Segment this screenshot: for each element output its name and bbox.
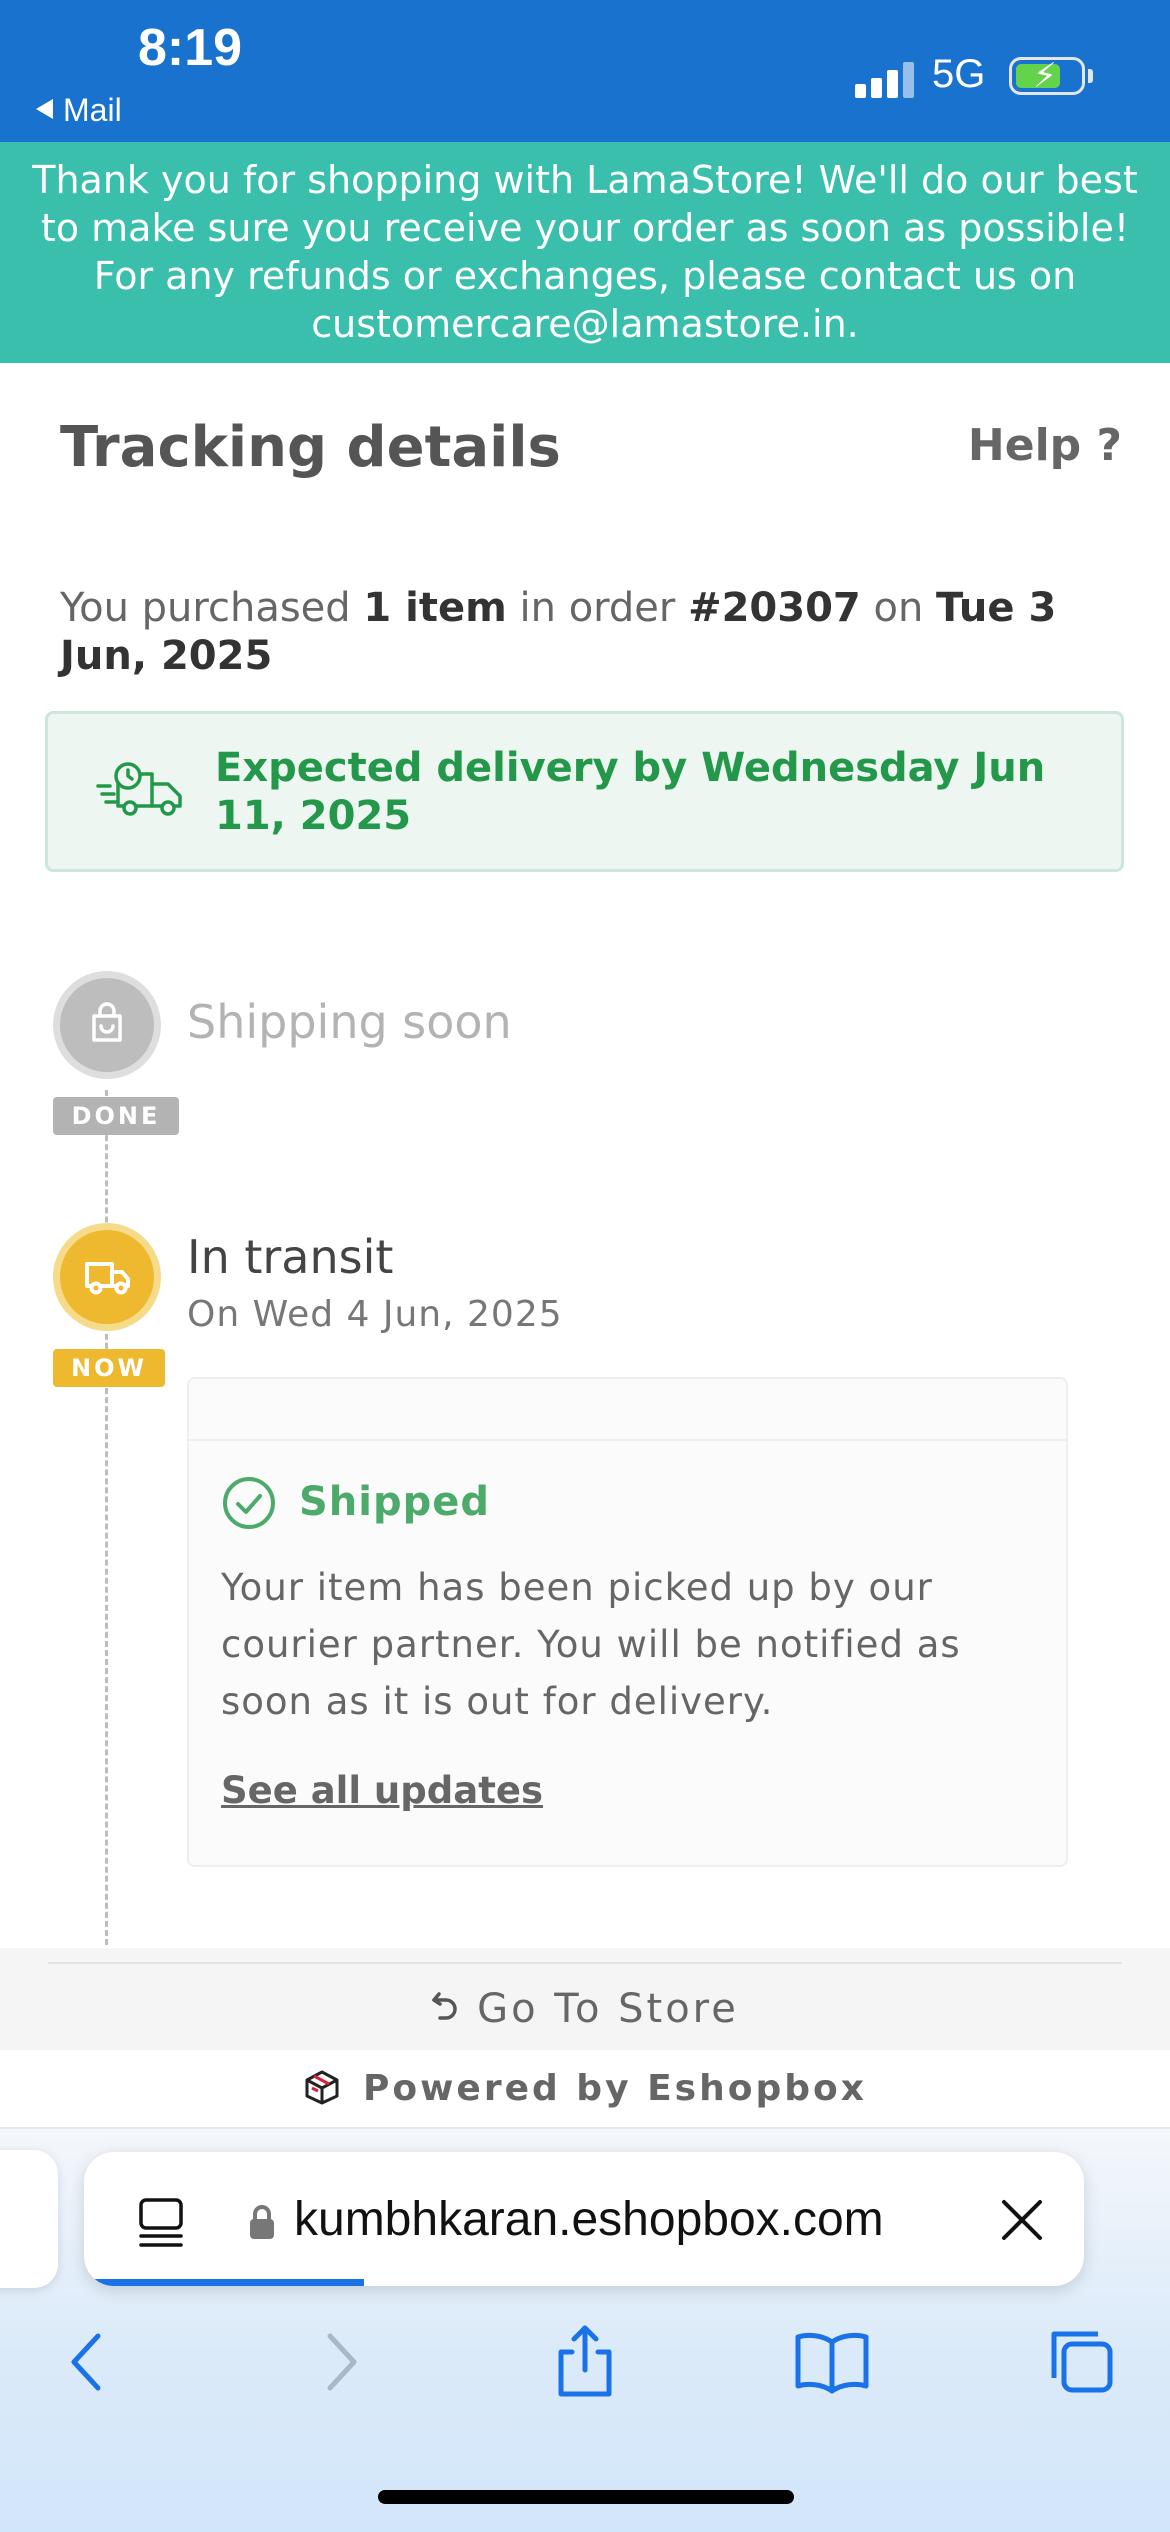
timeline-connector [105,1090,108,1945]
check-circle-icon [223,1477,275,1529]
shipment-update-card: Shipped Your item has been picked up by … [187,1377,1068,1867]
in-transit-step-icon [53,1223,161,1331]
powered-by: Powered by Eshopbox [0,2068,1170,2109]
clock: 8:19 [138,19,243,77]
forward-icon[interactable] [300,2322,380,2402]
back-arrow-icon [36,99,53,119]
charging-bolt-icon: ⚡ [1033,56,1057,96]
go-to-store-label: Go To Store [477,1986,739,2032]
status-bar: 8:19 Mail 5G ⚡ [0,0,1170,142]
expected-delivery-box: Expected delivery by Wednesday Jun 11, 2… [45,711,1124,872]
home-indicator [378,2490,794,2504]
powered-by-label: Powered by Eshopbox [363,2068,867,2109]
help-button[interactable]: Help ? [968,420,1122,471]
in-transit-title: In transit [187,1230,394,1284]
shipping-soon-title: Shipping soon [187,995,512,1049]
done-badge: DONE [53,1097,179,1135]
lock-icon [250,2205,274,2239]
bookmarks-icon[interactable] [792,2322,872,2402]
truck-icon [85,1262,130,1295]
eshopbox-logo-icon [305,2070,339,2105]
return-arrow-icon [432,1992,457,2020]
purchase-summary: You purchased 1 item in order #20307 on … [60,585,1057,679]
store-message-banner: Thank you for shopping with LamaStore! W… [0,142,1170,363]
close-icon[interactable] [994,2192,1050,2248]
page-load-progress [84,2279,364,2286]
expected-delivery-text: Expected delivery by Wednesday Jun 11, 2… [215,745,1046,839]
shipping-soon-step-icon [53,971,161,1079]
see-all-updates-link[interactable]: See all updates [221,1769,543,1812]
network-type: 5G [932,52,986,96]
shipped-status: Shipped [299,1479,491,1525]
item-count: 1 item [363,585,507,631]
back-to-mail-link[interactable]: Mail [36,92,122,129]
now-badge: NOW [53,1349,165,1387]
url-text[interactable]: kumbhkaran.eshopbox.com [294,2192,884,2247]
order-number: #20307 [688,585,861,631]
page-menu-icon[interactable] [136,2194,186,2250]
back-label: Mail [63,92,122,128]
go-to-store-button[interactable]: Go To Store [0,1986,1170,2032]
store-footer: Go To Store [0,1948,1170,2050]
in-transit-date: On Wed 4 Jun, 2025 [187,1294,563,1335]
tabs-icon[interactable] [1040,2322,1120,2402]
cellular-signal-icon [855,58,915,98]
delivery-truck-icon [96,762,182,816]
shipment-message: Your item has been picked up by our cour… [221,1566,961,1723]
back-icon[interactable] [48,2322,128,2402]
address-bar[interactable]: kumbhkaran.eshopbox.com [84,2152,1084,2286]
share-icon[interactable] [545,2322,625,2402]
previous-tab-preview[interactable] [0,2150,58,2288]
battery-icon: ⚡ [1009,56,1085,96]
shopping-bag-icon [92,1002,122,1042]
page-title: Tracking details [60,415,561,480]
